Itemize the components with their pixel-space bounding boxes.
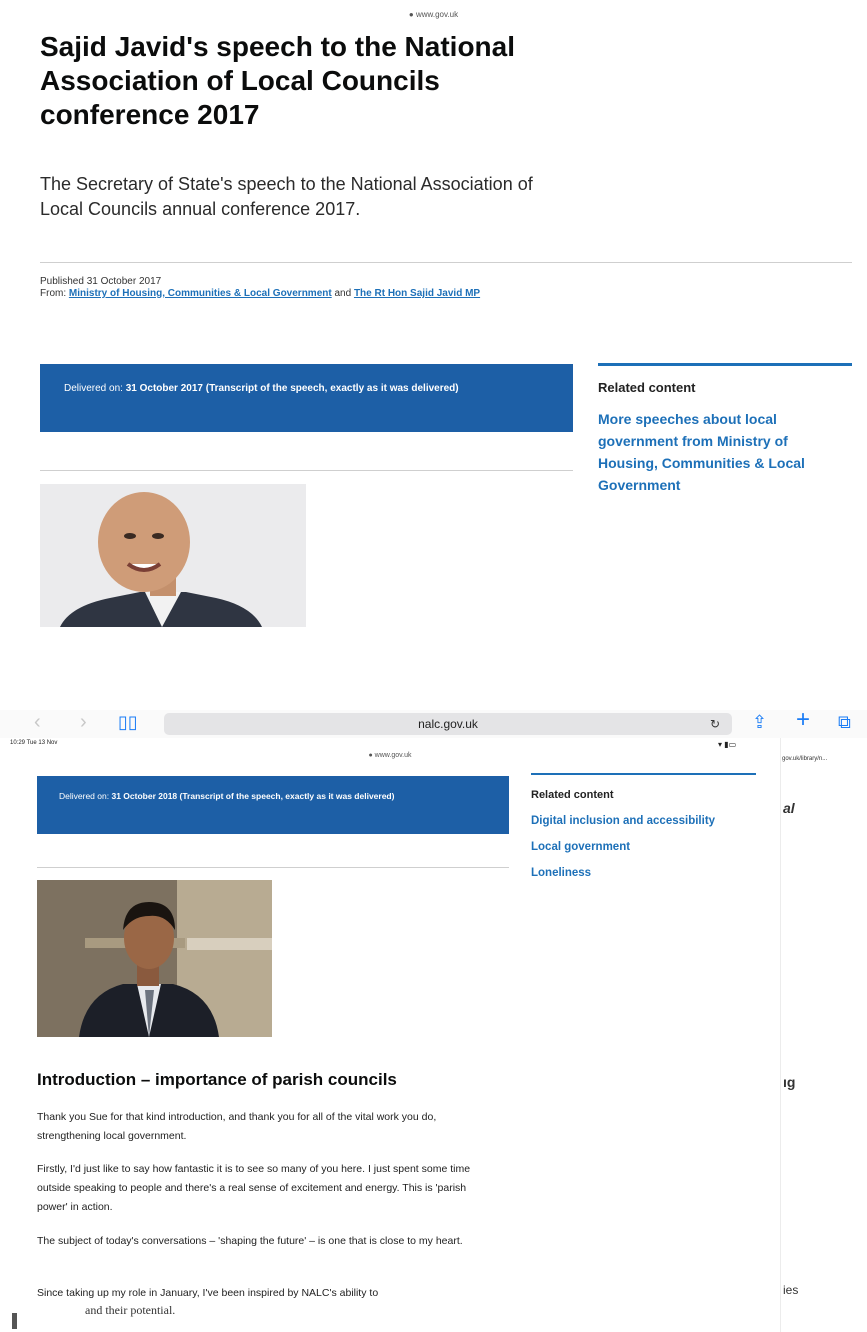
delivered-label: Delivered on:	[64, 383, 123, 394]
related-content-title: Related content	[531, 789, 614, 801]
paragraph: The subject of today's conversations – '…	[37, 1235, 463, 1247]
portrait-image	[37, 880, 272, 1037]
back-icon[interactable]: ‹	[34, 710, 41, 734]
delivered-on-box: Delivered on: 31 October 2018 (Transcrip…	[37, 776, 509, 834]
address-bar[interactable]: nalc.gov.uk ↻	[164, 713, 732, 735]
from-label: From:	[40, 288, 67, 299]
inner-status-bar: 10:29 Tue 13 Nov ▾ ▮▭	[0, 738, 780, 750]
background-text-fragment: al	[783, 800, 795, 816]
related-link-loneliness[interactable]: Loneliness	[531, 867, 591, 879]
related-content-title: Related content	[598, 380, 696, 395]
text-cursor-icon	[12, 1313, 17, 1329]
related-content-bar	[598, 363, 852, 366]
related-content-bar	[531, 773, 756, 775]
speaker-photo	[40, 484, 306, 627]
delivered-on-box: Delivered on: 31 October 2017 (Transcrip…	[40, 364, 573, 432]
forward-icon[interactable]: ›	[80, 710, 87, 734]
reload-icon[interactable]: ↻	[710, 713, 720, 735]
delivered-label: Delivered on:	[59, 791, 110, 801]
publication-meta: Published 31 October 2017 From: Ministry…	[40, 276, 580, 300]
org-link[interactable]: Ministry of Housing, Communities & Local…	[69, 288, 332, 299]
from-and: and	[334, 288, 352, 299]
bookmarks-icon[interactable]: ▯▯	[118, 710, 138, 734]
status-time: 10:29 Tue 13 Nov	[10, 740, 58, 746]
page-title: Sajid Javid's speech to the National Ass…	[40, 31, 516, 130]
published-date: Published 31 October 2017	[40, 276, 162, 287]
ios-status-bar	[0, 700, 867, 710]
related-link-local-government[interactable]: Local government	[531, 841, 630, 853]
paragraph: Thank you Sue for that kind introduction…	[37, 1111, 437, 1142]
background-url: gov.uk/library/n...	[782, 756, 828, 762]
delivered-value: 31 October 2018 (Transcript of the speec…	[111, 791, 395, 801]
person-link[interactable]: The Rt Hon Sajid Javid MP	[354, 288, 480, 299]
share-icon[interactable]: ⇪	[752, 710, 767, 734]
from-line: From: Ministry of Housing, Communities &…	[40, 288, 580, 300]
inner-url-label: ● www.gov.uk	[368, 752, 412, 759]
divider	[37, 867, 509, 868]
new-tab-icon[interactable]: +	[796, 708, 810, 732]
background-text-fragment: ıg	[783, 1074, 796, 1090]
divider	[40, 470, 573, 471]
tabs-icon[interactable]: ⧉	[838, 710, 851, 734]
speaker-photo	[37, 880, 272, 1037]
background-text-fragment: ies	[783, 1283, 799, 1297]
related-content-link[interactable]: More speeches about local government fro…	[598, 408, 848, 496]
delivered-value: 31 October 2017 (Transcript of the speec…	[125, 383, 459, 394]
divider	[40, 262, 852, 263]
paragraph: Firstly, I'd just like to say how fantas…	[37, 1163, 471, 1213]
address-text: nalc.gov.uk	[418, 717, 478, 731]
top-url-label: ● www.gov.uk	[408, 10, 459, 19]
paragraph: Since taking up my role in January, I've…	[37, 1287, 379, 1299]
background-page-edge	[780, 738, 867, 1332]
overlapping-caption: and their potential.	[85, 1303, 176, 1317]
battery-icon: ▾ ▮▭	[718, 740, 737, 749]
related-link-digital-inclusion[interactable]: Digital inclusion and accessibility	[531, 815, 715, 827]
portrait-image	[40, 484, 306, 627]
section-heading: Introduction – importance of parish coun…	[37, 1070, 397, 1089]
page-summary: The Secretary of State's speech to the N…	[40, 174, 533, 219]
